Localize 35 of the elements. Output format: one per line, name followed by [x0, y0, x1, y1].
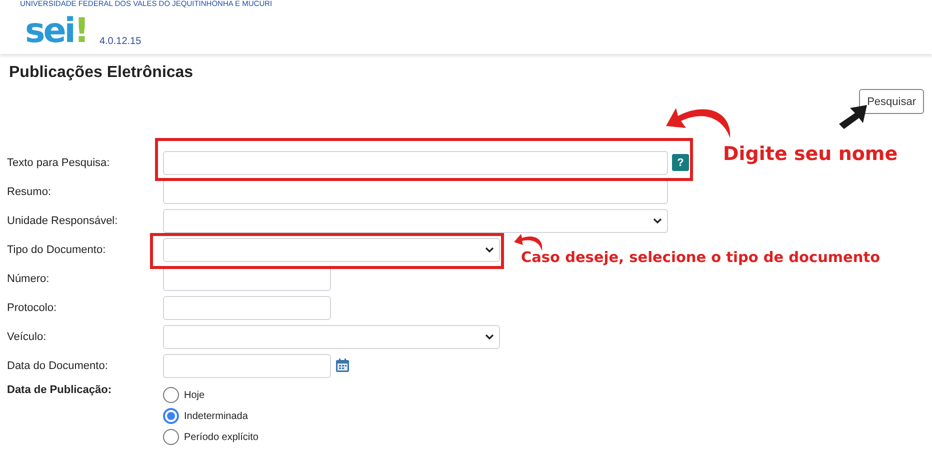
select-field[interactable] — [163, 208, 668, 232]
annotation-text: Digite seu nome — [723, 143, 898, 165]
field-label: Unidade Responsável: — [6, 214, 119, 226]
field-label: Data de Publicação: — [6, 384, 113, 396]
field-label: Protocolo: — [6, 302, 58, 314]
input-field[interactable] — [163, 150, 668, 174]
radio-button[interactable] — [163, 408, 179, 424]
radio-button[interactable] — [163, 429, 179, 445]
select-field[interactable] — [163, 324, 500, 348]
chevron-down-icon — [485, 246, 494, 252]
radio-label: Indeterminada — [184, 410, 248, 422]
search-button[interactable]: Pesquisar — [859, 89, 924, 114]
version-text: 4.0.12.15 — [99, 36, 142, 47]
radio-button[interactable] — [163, 387, 179, 403]
input-field[interactable] — [163, 296, 331, 320]
field-label: Veículo: — [6, 330, 48, 342]
select-field[interactable] — [163, 238, 500, 262]
chevron-down-icon — [485, 334, 494, 340]
chevron-down-icon — [653, 218, 662, 224]
field-label: Data do Documento: — [6, 360, 109, 372]
field-label: Resumo: — [6, 186, 52, 198]
input-field[interactable] — [163, 180, 668, 204]
input-field[interactable] — [163, 354, 331, 378]
radio-label: Hoje — [184, 390, 205, 400]
annotation-text: Caso deseje, selecione o tipo de documento — [521, 250, 880, 266]
sei-logo: sei! — [25, 12, 88, 50]
field-label: Texto para Pesquisa: — [6, 156, 111, 168]
curved-arrow-icon — [513, 232, 545, 252]
page-title: Publicações Eletrônicas — [9, 63, 194, 83]
radio-label: Período explícito — [184, 432, 258, 442]
pointer-arrow-icon — [838, 104, 868, 130]
field-label: Tipo do Documento: — [6, 244, 107, 256]
calendar-icon[interactable] — [335, 358, 350, 373]
field-label: Número: — [6, 272, 50, 284]
help-button[interactable]: ? — [672, 154, 689, 171]
